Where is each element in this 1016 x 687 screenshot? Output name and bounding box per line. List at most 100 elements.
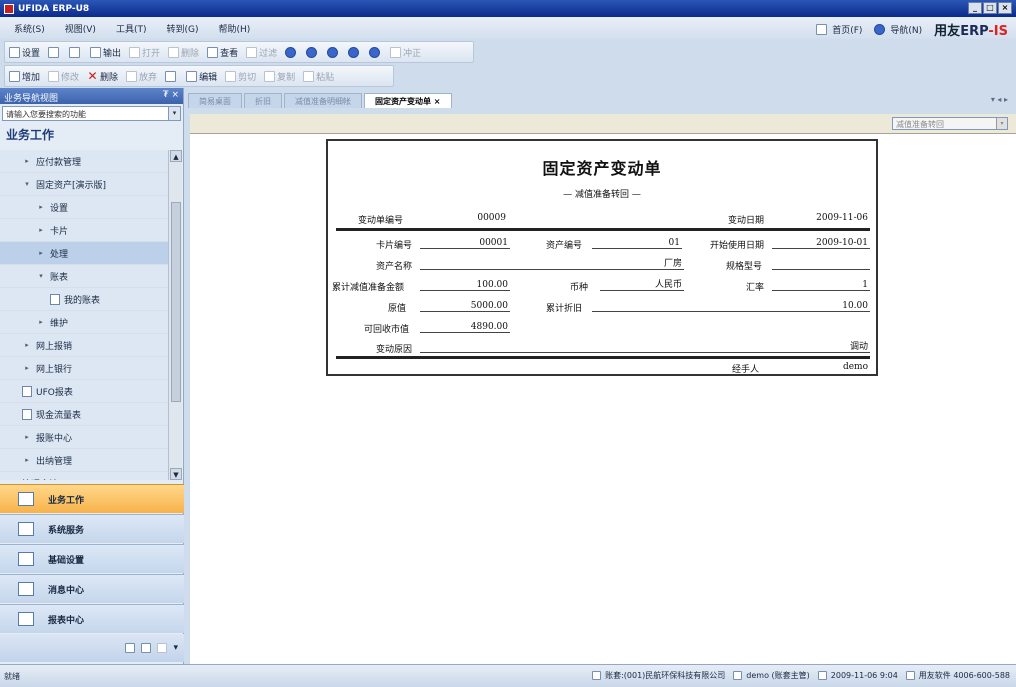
small-settings-icon[interactable] [125,643,136,653]
chevron-right-icon[interactable]: ▸ [22,364,32,372]
tree-item[interactable]: ▾ 固定资产[演示版] [0,173,168,196]
tab-scroll-controls[interactable]: ▾ ◂ ▸ [991,95,1008,104]
tree-item[interactable]: ▾ 账表 [0,265,168,288]
delete-button[interactable]: ✕ 删除 [87,70,119,83]
minimize-button[interactable]: _ [968,2,982,14]
asset-no-field[interactable]: 01 [592,237,682,249]
home-link[interactable]: 首页(F) [816,23,862,36]
last-record-button[interactable] [369,46,382,58]
orig-value-field[interactable]: 5000.00 [420,300,510,312]
tree-item[interactable]: 现金流量表 [0,403,168,426]
tree-item[interactable]: ▸ 卡片 [0,219,168,242]
tree-item[interactable]: ▸ 处理 [0,242,168,265]
tab-simple-desktop[interactable]: 简易桌面 [188,93,242,108]
tree-item[interactable]: ▸ 网上银行 [0,357,168,380]
scroll-down-icon[interactable]: ▼ [170,468,182,480]
add-button[interactable]: 增加 [9,70,40,83]
chevron-right-icon[interactable]: ▸ [22,157,32,165]
chevron-down-icon[interactable]: ▾ [996,118,1007,129]
tree-item[interactable]: 我的账表 [0,288,168,311]
prev-record-button[interactable] [327,46,340,58]
nav-button-reports[interactable]: 报表中心 [0,604,184,633]
export-button[interactable]: 输出 [90,46,121,59]
tree-item-label: 管理会计 [22,477,58,481]
tree-item[interactable]: ▸ 网上报销 [0,334,168,357]
scroll-up-icon[interactable]: ▲ [170,150,182,162]
save-button[interactable] [165,70,178,82]
tab-asset-change-form[interactable]: 固定资产变动单 × [364,93,452,108]
recoverable-field[interactable]: 4890.00 [420,321,510,333]
settings-button[interactable]: 设置 [9,46,40,59]
start-date-field[interactable]: 2009-10-01 [772,237,870,249]
tree-item[interactable]: ▸ 报账中心 [0,426,168,449]
change-date-field[interactable]: 2009-11-06 [790,212,870,224]
chevron-down-icon[interactable]: ▾ [22,180,32,188]
tree-item[interactable]: ▸ 设置 [0,196,168,219]
change-type-select[interactable]: 减值准备转回 ▾ [892,117,1008,130]
chevron-right-icon[interactable]: ▸ [8,479,18,480]
spec-field[interactable] [772,258,870,270]
modify-button[interactable]: 修改 [48,70,79,83]
rate-field[interactable]: 1 [772,279,870,291]
maximize-button[interactable]: □ [983,2,997,14]
print-button[interactable] [48,46,61,58]
menu-view[interactable]: 视图(V) [65,22,96,35]
paste-button[interactable]: 粘贴 [303,70,334,83]
edit-button[interactable]: 编辑 [186,70,217,83]
discard-button[interactable]: 放弃 [126,70,157,83]
chevron-right-icon[interactable]: ▸ [22,341,32,349]
card-no-field[interactable]: 00001 [420,237,510,249]
delete-top-button[interactable]: 删除 [168,46,199,59]
filter-button[interactable]: 过滤 [246,46,277,59]
copy-button[interactable]: 复制 [264,70,295,83]
tab-close-icon[interactable]: × [434,97,441,106]
preview-button[interactable] [69,46,82,58]
help-button[interactable] [285,46,298,58]
tree-item[interactable]: ▸ 应付款管理 [0,150,168,173]
tree-item[interactable]: ▸ 管理会计 [0,472,168,480]
next-record-button[interactable] [348,46,361,58]
reason-field[interactable]: 调动 [420,341,870,353]
impairment-field[interactable]: 100.00 [420,279,510,291]
reverse-button[interactable]: 冲正 [390,46,421,59]
small-config-icon[interactable] [157,643,168,653]
scroll-thumb[interactable] [171,202,181,402]
asset-name-field[interactable]: 厂房 [420,258,684,270]
chevron-right-icon[interactable]: ▸ [36,249,46,257]
menu-goto[interactable]: 转到(G) [166,22,198,35]
chevron-down-icon[interactable]: ▾ [168,107,180,120]
chevron-right-icon[interactable]: ▸ [36,226,46,234]
nav-button-messages[interactable]: 消息中心 [0,574,184,603]
tree-item[interactable]: ▸ 维护 [0,311,168,334]
nav-link[interactable]: 导航(N) [874,23,922,36]
first-record-button[interactable] [306,46,319,58]
cut-button[interactable]: 剪切 [225,70,256,83]
nav-button-business[interactable]: 业务工作 [0,484,184,513]
menu-help[interactable]: 帮助(H) [218,22,250,35]
tree-item[interactable]: UFO报表 [0,380,168,403]
nav-button-basic-settings[interactable]: 基础设置 [0,544,184,573]
tab-impairment-ledger[interactable]: 减值准备明细帐 [284,93,362,108]
menu-system[interactable]: 系统(S) [14,22,45,35]
small-list-icon[interactable] [141,643,152,653]
open-button[interactable]: 打开 [129,46,160,59]
pin-icon[interactable]: ₮ × [163,90,179,100]
menu-tools[interactable]: 工具(T) [116,22,147,35]
view-button[interactable]: 查看 [207,46,238,59]
change-no-field[interactable]: 00009 [438,212,508,224]
close-button[interactable]: × [998,2,1012,14]
currency-field[interactable]: 人民币 [600,279,684,291]
chevron-right-icon[interactable]: ▸ [36,203,46,211]
footer-menu-icon[interactable]: ▾ [173,643,178,653]
tree-scrollbar[interactable]: ▲ ▼ [168,150,182,480]
dep-field[interactable]: 10.00 [592,300,870,312]
chevron-right-icon[interactable]: ▸ [22,433,32,441]
function-search-input[interactable]: 请输入您要搜索的功能 ▾ [2,106,181,121]
handler-field[interactable]: demo [790,361,870,373]
chevron-right-icon[interactable]: ▸ [22,456,32,464]
tree-item[interactable]: ▸ 出纳管理 [0,449,168,472]
nav-button-system[interactable]: 系统服务 [0,514,184,543]
chevron-down-icon[interactable]: ▾ [36,272,46,280]
tab-depreciation[interactable]: 折旧 [244,93,282,108]
chevron-right-icon[interactable]: ▸ [36,318,46,326]
